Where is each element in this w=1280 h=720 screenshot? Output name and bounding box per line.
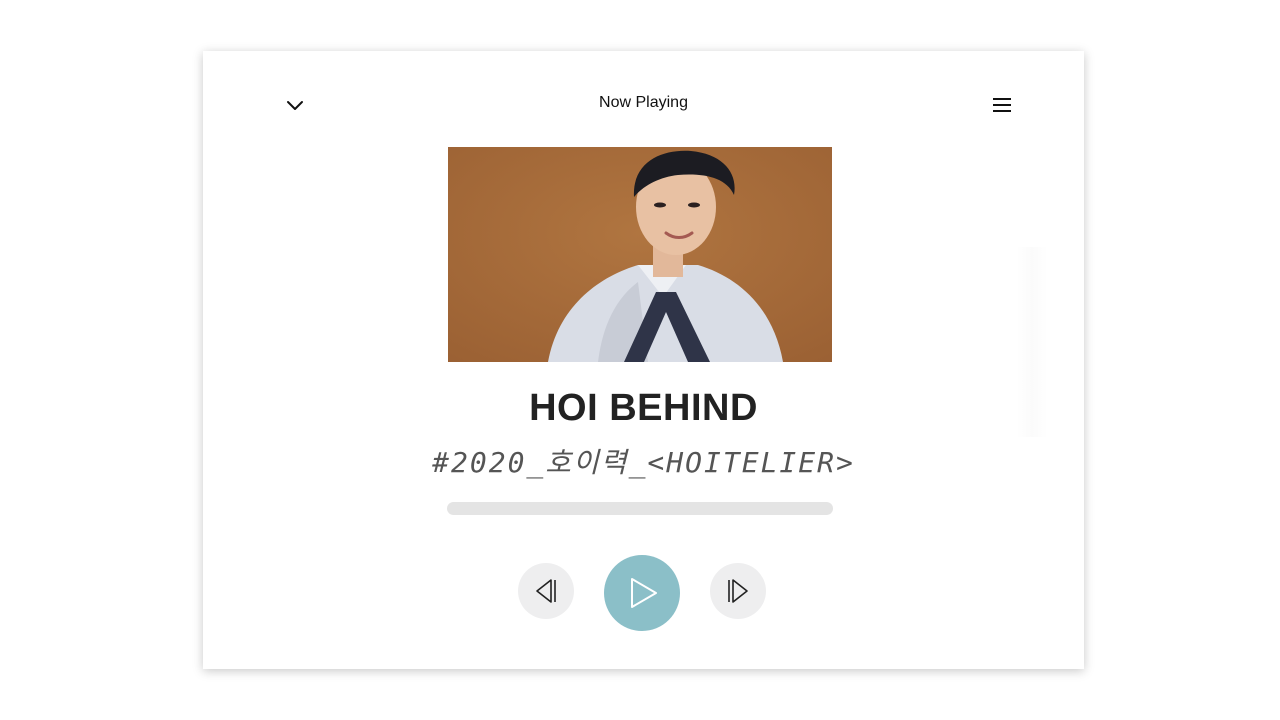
skip-next-button[interactable] (710, 563, 766, 619)
skip-previous-icon (536, 579, 556, 603)
skip-next-icon (728, 579, 748, 603)
play-icon (631, 578, 657, 608)
track-title: HOI BEHIND (529, 387, 758, 429)
album-artwork (448, 147, 832, 362)
skip-previous-button[interactable] (518, 563, 574, 619)
track-subtitle: #2020_호이력_<HOITELIER> (432, 446, 855, 479)
progress-bar[interactable] (447, 502, 833, 515)
player-card: Now Playing HOI BEHIND #2020_호이력_<HOITEL… (203, 51, 1084, 669)
play-button[interactable] (604, 555, 680, 631)
page-title: Now Playing (599, 94, 688, 111)
side-scroll-area (1016, 247, 1048, 437)
hamburger-menu-icon[interactable] (990, 93, 1014, 117)
